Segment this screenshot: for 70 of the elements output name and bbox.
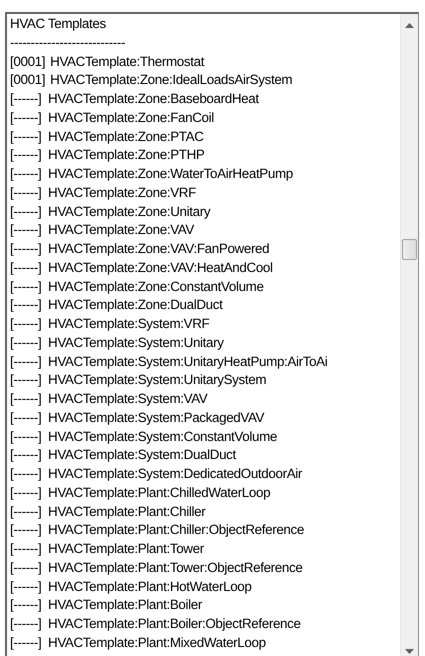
- item-count: [------]: [10, 108, 42, 127]
- template-name: HVACTemplate:Zone:PTHP: [48, 146, 205, 164]
- template-name: HVACTemplate:Zone:PTAC: [48, 128, 204, 146]
- template-name: HVACTemplate:System:ConstantVolume: [48, 428, 277, 446]
- item-count: [------]: [10, 352, 42, 371]
- item-count: [------]: [10, 615, 42, 633]
- template-name: HVACTemplate:System:DualDuct: [48, 446, 236, 464]
- item-count: [------]: [10, 296, 42, 314]
- template-name: HVACTemplate:Plant:Chiller: [48, 502, 206, 521]
- item-count: [------]: [10, 315, 42, 333]
- item-count: [------]: [10, 428, 42, 446]
- item-count: [------]: [10, 334, 42, 352]
- item-count: [------]: [10, 596, 42, 614]
- item-count: [------]: [10, 390, 42, 408]
- scroll-down-icon[interactable]: [405, 649, 414, 654]
- item-count: [------]: [10, 90, 42, 108]
- template-name: HVACTemplate:Zone:IdealLoadsAirSystem: [50, 71, 292, 90]
- template-name: HVACTemplate:Plant:MixedWaterLoop: [48, 634, 266, 652]
- item-count: [------]: [10, 578, 42, 596]
- item-count: [------]: [10, 202, 42, 221]
- item-count: [------]: [10, 184, 42, 202]
- item-count: [------]: [10, 540, 42, 558]
- template-name: HVACTemplate:Zone:VRF: [48, 184, 196, 202]
- item-count: [------]: [10, 258, 42, 277]
- template-name: HVACTemplate:Zone:WaterToAirHeatPump: [48, 165, 293, 183]
- item-count: [------]: [10, 128, 42, 146]
- template-name: HVACTemplate:Plant:Boiler: [48, 596, 202, 614]
- item-count: [------]: [10, 465, 42, 483]
- template-name: HVACTemplate:System:DedicatedOutdoorAir: [48, 465, 302, 483]
- item-count: [------]: [10, 484, 42, 502]
- template-name: HVACTemplate:Plant:Tower: [48, 540, 204, 558]
- template-name: HVACTemplate:Zone:VAV: [48, 221, 194, 240]
- template-name: HVACTemplate:Plant:Boiler:ObjectReference: [48, 615, 301, 633]
- item-count: [------]: [10, 558, 42, 577]
- item-count: [------]: [10, 240, 42, 258]
- template-name: HVACTemplate:System:VRF: [48, 315, 210, 333]
- template-name: HVACTemplate:System:UnitarySystem: [48, 371, 266, 390]
- template-name: HVACTemplate:Zone:ConstantVolume: [48, 278, 264, 296]
- scroll-thumb[interactable]: [402, 239, 417, 260]
- template-name: HVACTemplate:Plant:Chiller:ObjectReference: [48, 521, 304, 540]
- template-name: HVACTemplate:System:Unitary: [48, 334, 224, 352]
- template-name: HVACTemplate:Zone:FanCoil: [48, 108, 214, 127]
- item-count: [------]: [10, 521, 42, 540]
- template-name: HVACTemplate:Zone:VAV:FanPowered: [48, 240, 270, 258]
- template-name: HVACTemplate:Thermostat: [50, 52, 204, 71]
- item-count: [0001]: [10, 52, 46, 71]
- template-name: HVACTemplate:Plant:ChilledWaterLoop: [48, 484, 270, 502]
- template-name: HVACTemplate:System:PackagedVAV: [48, 408, 264, 427]
- item-count: [------]: [10, 634, 42, 652]
- item-count: [------]: [10, 408, 42, 427]
- template-name: HVACTemplate:Zone:VAV:HeatAndCool: [48, 258, 273, 277]
- template-name: HVACTemplate:Zone:Unitary: [48, 202, 210, 221]
- item-count: [------]: [10, 165, 42, 183]
- template-name: HVACTemplate:System:UnitaryHeatPump:AirToAi: [48, 352, 328, 371]
- item-count: [0001]: [10, 71, 46, 90]
- scroll-up-icon[interactable]: [405, 23, 414, 28]
- item-count: [------]: [10, 446, 42, 464]
- scrollbar[interactable]: [400, 14, 418, 656]
- item-count: [------]: [10, 146, 42, 164]
- template-name: HVACTemplate:Plant:Tower:ObjectReference: [48, 558, 302, 577]
- item-count: [------]: [10, 221, 42, 240]
- item-count: [------]: [10, 502, 42, 521]
- template-name: HVACTemplate:Plant:HotWaterLoop: [48, 578, 252, 596]
- item-count: [------]: [10, 278, 42, 296]
- item-count: [------]: [10, 371, 42, 390]
- template-name: HVACTemplate:Zone:BaseboardHeat: [48, 90, 259, 108]
- list-title: HVAC Templates: [10, 15, 106, 33]
- separator-line: ----------------------------: [10, 34, 126, 52]
- template-name: HVACTemplate:System:VAV: [48, 390, 208, 408]
- template-name: HVACTemplate:Zone:DualDuct: [48, 296, 222, 314]
